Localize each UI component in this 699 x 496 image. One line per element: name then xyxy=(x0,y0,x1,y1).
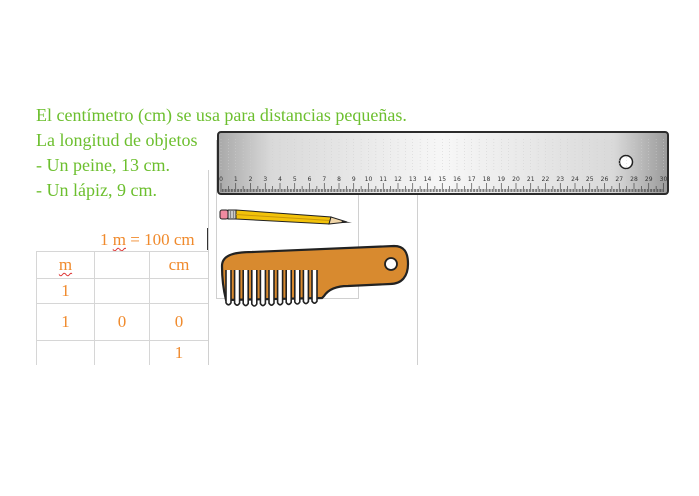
table-cell[interactable] xyxy=(94,278,150,304)
intro-text: El centímetro (cm) se usa para distancia… xyxy=(36,105,407,125)
table-row: 1 xyxy=(36,278,209,304)
ruler-tick-label: 0 xyxy=(219,176,223,183)
ruler-tick-label: 5 xyxy=(293,176,297,183)
ruler-tick-label: 29 xyxy=(645,176,653,183)
ruler-tick-label: 11 xyxy=(379,176,387,183)
ruler-tick-label: 22 xyxy=(542,176,550,183)
ruler-tick-label: 30 xyxy=(660,176,668,183)
comb-icon[interactable] xyxy=(218,244,410,310)
ruler-tick-label: 4 xyxy=(278,176,282,183)
table-header-row: m cm xyxy=(36,251,209,279)
objects-length-text: La longitud de objetos xyxy=(36,130,198,150)
table-cell[interactable]: 1 xyxy=(36,278,95,304)
comb-teeth xyxy=(225,270,318,307)
table-cell[interactable]: 0 xyxy=(149,303,209,341)
comb-tooth xyxy=(225,270,232,306)
ruler-tick-label: 20 xyxy=(512,176,520,183)
ruler-tick-label: 6 xyxy=(308,176,312,183)
ruler-tick-label: 19 xyxy=(497,176,505,183)
conversion-table[interactable]: m cm 1 1 0 0 1 xyxy=(36,251,209,365)
comb-length-text: - Un peine, 13 cm. xyxy=(36,155,170,175)
header-cell[interactable] xyxy=(94,251,150,279)
table-cell[interactable]: 1 xyxy=(36,303,95,341)
conversion-equation[interactable]: 1 m = 100 cm xyxy=(100,230,195,250)
ruler-tick-label: 9 xyxy=(352,176,356,183)
header-cell[interactable]: cm xyxy=(149,251,209,279)
ruler-tick-label: 10 xyxy=(365,176,373,183)
ruler-tick-label: 14 xyxy=(424,176,432,183)
comb-tooth xyxy=(285,270,292,306)
ruler-tick-label: 1 xyxy=(234,176,238,183)
comb-tooth xyxy=(268,270,275,306)
comb-tooth xyxy=(311,270,318,304)
ruler-tick-label: 7 xyxy=(322,176,326,183)
header-cell[interactable]: m xyxy=(36,251,95,279)
comb-tooth xyxy=(251,270,258,307)
comb-tooth xyxy=(276,270,284,306)
ruler-tick-label: 25 xyxy=(586,176,594,183)
ruler-tick-label: 2 xyxy=(249,176,253,183)
table-cell[interactable] xyxy=(149,278,209,304)
comb-tooth xyxy=(302,270,310,305)
ruler-tick-label: 12 xyxy=(394,176,402,183)
pencil-length-text: - Un lápiz, 9 cm. xyxy=(36,180,157,200)
ruler-tick-label: 21 xyxy=(527,176,535,183)
ruler-tick-label: 16 xyxy=(453,176,461,183)
pencil-icon[interactable] xyxy=(219,207,355,225)
table-cell[interactable]: 1 xyxy=(149,340,209,365)
equation-unit-m: m xyxy=(112,230,126,249)
equation-prefix: 1 xyxy=(100,230,113,249)
ruler-tick-label: 17 xyxy=(468,176,476,183)
comb-tooth xyxy=(242,270,249,307)
table-cell[interactable]: 0 xyxy=(94,303,150,341)
table-cell[interactable] xyxy=(36,340,95,365)
comb-tooth xyxy=(233,270,241,306)
ruler-tick-label: 23 xyxy=(556,176,564,183)
table-row: 1 0 0 xyxy=(36,303,209,341)
comb-tooth xyxy=(294,270,301,305)
ruler-tick-label: 13 xyxy=(409,176,417,183)
ruler-icon[interactable]: 0 1 2 3 4 5 6 7 8 9 10 11 12 13 14 15 16 17 18 19 20 21 22 23 24… xyxy=(217,131,669,195)
ruler-tick-label: 15 xyxy=(438,176,446,183)
ruler-tick-label: 27 xyxy=(615,176,623,183)
table-cell[interactable] xyxy=(94,340,150,365)
ruler-tick-label: 8 xyxy=(337,176,341,183)
frame-left-border xyxy=(208,170,209,365)
ruler-tick-label: 18 xyxy=(483,176,491,183)
ruler-tick-label: 3 xyxy=(263,176,267,183)
frame-right-border xyxy=(417,170,418,365)
ruler-tick-label: 24 xyxy=(571,176,579,183)
comb-tooth xyxy=(259,270,267,307)
table-row: 1 xyxy=(36,340,209,365)
equation-suffix: = 100 cm xyxy=(125,230,195,249)
ruler-tick-label: 26 xyxy=(601,176,609,183)
ruler-tick-label: 28 xyxy=(630,176,638,183)
